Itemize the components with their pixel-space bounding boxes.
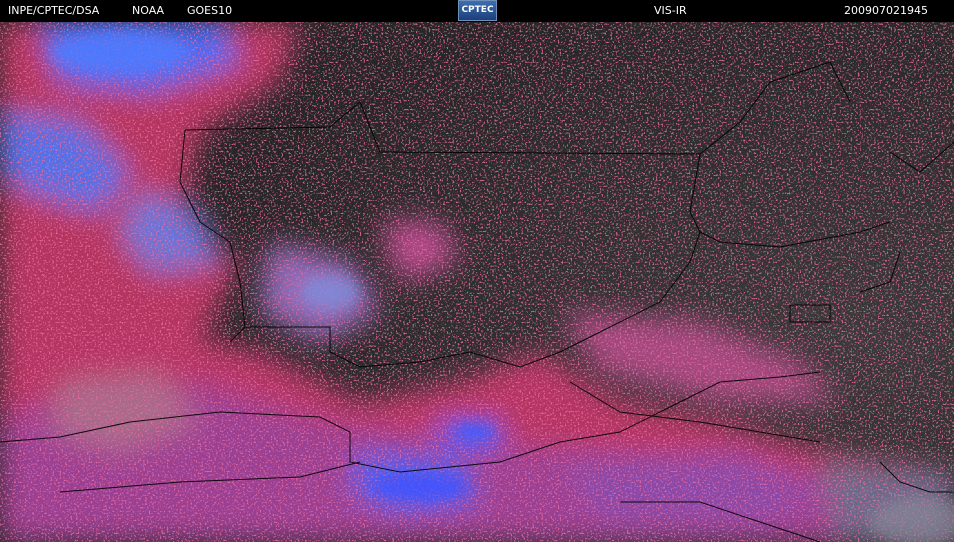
satellite-image: [0, 22, 954, 542]
source-label: INPE/CPTEC/DSA: [8, 4, 100, 17]
cptec-logo: CPTEC: [458, 0, 497, 21]
timestamp-label: 200907021945: [844, 4, 928, 17]
agency-label: NOAA: [132, 4, 165, 17]
satellite-label: GOES10: [187, 4, 233, 17]
header-bar: INPE/CPTEC/DSA NOAA GOES10 CPTEC VIS-IR …: [0, 0, 954, 22]
channel-label: VIS-IR: [654, 4, 687, 17]
